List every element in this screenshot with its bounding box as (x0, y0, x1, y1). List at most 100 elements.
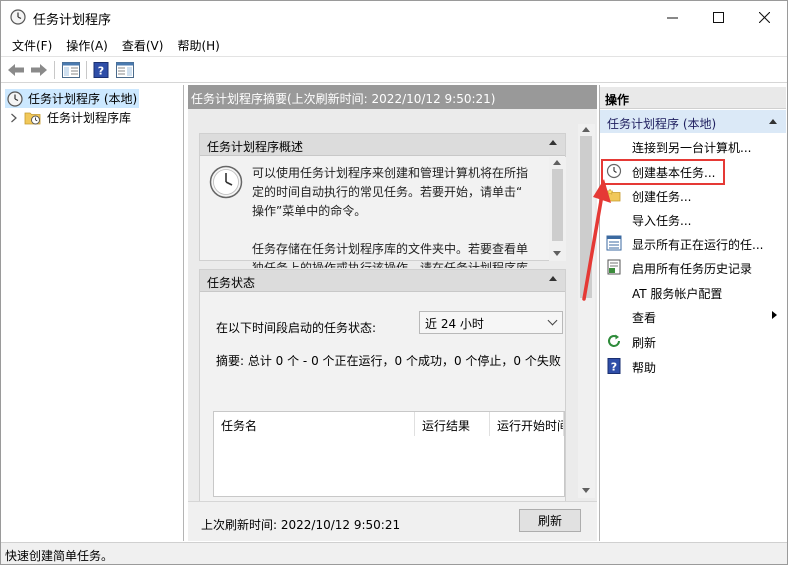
svg-text:?: ? (611, 361, 617, 374)
show-hide-tree-button[interactable] (61, 60, 81, 80)
scroll-down-icon[interactable] (582, 488, 590, 493)
menu-file[interactable]: 文件(F) (5, 34, 59, 55)
help-book-icon: ? (93, 62, 109, 78)
overview-line: 可以使用任务计划程序来创建和管理计算机将在所指 (252, 166, 529, 180)
tree-item-label: 任务计划程序库 (47, 111, 132, 125)
annotation-highlight-box (601, 159, 725, 185)
clock-icon (7, 90, 23, 107)
action-label: 刷新 (632, 336, 657, 350)
maximize-button[interactable] (695, 1, 741, 33)
last-refresh-text: 上次刷新时间: 2022/10/12 9:50:21 (201, 518, 401, 532)
chevron-down-icon (547, 315, 558, 326)
summary-body: 任务计划程序概述 可以使用任务计划程序来创建和管理计算机将在所指 定的时间自动执… (188, 109, 597, 541)
minimize-icon (666, 17, 678, 18)
toolbar-separator (86, 61, 87, 79)
actions-group-header[interactable]: 任务计划程序 (本地) (600, 110, 786, 133)
maximize-icon (712, 11, 724, 23)
time-range-select[interactable]: 近 24 小时 (419, 311, 563, 334)
scroll-down-icon[interactable] (553, 251, 561, 256)
collapse-up-icon[interactable] (549, 140, 557, 145)
overview-text: 可以使用任务计划程序来创建和管理计算机将在所指 定的时间自动执行的常见任务。若要… (252, 164, 552, 268)
column-header-task-name[interactable]: 任务名 (214, 412, 415, 436)
action-import-task[interactable]: 导入任务... (600, 208, 786, 230)
folder-clock-icon (24, 112, 41, 125)
column-header-run-start[interactable]: 运行开始时间 (490, 412, 564, 436)
action-label: 创建任务... (632, 190, 692, 204)
menu-bar: 文件(F) 操作(A) 查看(V) 帮助(H) (1, 34, 787, 55)
action-label: 帮助 (632, 361, 657, 375)
refresh-bar: 上次刷新时间: 2022/10/12 9:50:21 刷新 (188, 501, 597, 541)
action-connect-computer[interactable]: 连接到另一台计算机... (600, 135, 786, 157)
console-tree: 任务计划程序 (本地) 任务计划程序库 (2, 85, 184, 541)
task-status-section-header[interactable]: 任务状态 (200, 270, 565, 292)
close-button[interactable] (741, 1, 787, 33)
status-summary: 摘要: 总计 0 个 - 0 个正在运行，0 个成功，0 个停止，0 个失败 (216, 354, 561, 368)
action-label: 连接到另一台计算机... (632, 141, 752, 155)
title-bar: 任务计划程序 (1, 1, 787, 33)
action-show-running-tasks[interactable]: 显示所有正在运行的任... (600, 232, 786, 254)
menu-help[interactable]: 帮助(H) (170, 34, 226, 55)
tree-item-task-scheduler-local[interactable]: 任务计划程序 (本地) (5, 89, 139, 108)
minimize-button[interactable] (649, 1, 695, 33)
menu-action[interactable]: 操作(A) (59, 34, 115, 55)
overview-line (252, 221, 552, 240)
overview-line: 独任务上的操作或执行该操作，请在任务计划程序库 (252, 261, 529, 268)
running-tasks-table: 任务名 运行结果 运行开始时间 (213, 411, 565, 497)
tree-item-label: 任务计划程序 (本地) (28, 92, 138, 106)
actions-header: 操作 (600, 87, 786, 109)
scroll-up-icon[interactable] (582, 127, 590, 132)
time-range-value: 近 24 小时 (425, 317, 484, 331)
filter-label: 在以下时间段启动的任务状态: (216, 321, 377, 335)
action-help[interactable]: ? 帮助 (600, 355, 786, 377)
action-at-service-config[interactable]: AT 服务帐户配置 (600, 281, 786, 303)
overview-title: 任务计划程序概述 (207, 140, 304, 154)
close-icon (758, 11, 770, 23)
forward-arrow-icon (31, 64, 47, 76)
overview-line: 任务存储在任务计划程序库的文件夹中。若要查看单 (252, 242, 529, 256)
action-label: AT 服务帐户配置 (632, 287, 723, 301)
overview-line: 定的时间自动执行的常见任务。若要开始，请单击“ (252, 185, 523, 199)
overview-scrollbar[interactable] (549, 157, 566, 261)
scroll-thumb[interactable] (552, 169, 563, 241)
tree-item-task-scheduler-library[interactable]: 任务计划程序库 (10, 108, 180, 127)
svg-text:?: ? (98, 65, 104, 78)
action-label: 导入任务... (632, 214, 692, 228)
menu-view[interactable]: 查看(V) (115, 34, 171, 55)
action-refresh[interactable]: 刷新 (600, 330, 786, 352)
actions-group-label: 任务计划程序 (本地) (607, 117, 717, 131)
annotation-arrow-icon (582, 179, 611, 301)
toolbar-separator (54, 61, 55, 79)
action-pane-icon (116, 62, 134, 78)
summary-pane: 任务计划程序摘要(上次刷新时间: 2022/10/12 9:50:21) 任务计… (188, 85, 597, 541)
column-header-run-result[interactable]: 运行结果 (415, 412, 490, 436)
action-view[interactable]: 查看 (600, 305, 786, 327)
action-label: 查看 (632, 311, 657, 325)
collapse-up-icon[interactable] (549, 276, 557, 281)
show-hide-action-pane-button[interactable] (115, 60, 135, 80)
refresh-icon (608, 334, 620, 347)
task-scheduler-window: 任务计划程序 文件(F) 操作(A) 查看(V) 帮助(H) ? 任务计划程序 … (0, 0, 788, 565)
action-create-task[interactable]: 创建任务... (600, 184, 786, 206)
window-title: 任务计划程序 (33, 13, 112, 28)
action-enable-history[interactable]: 启用所有任务历史记录 (600, 256, 786, 278)
task-status-title: 任务状态 (207, 276, 256, 290)
clock-app-icon (10, 9, 26, 25)
collapse-up-icon[interactable] (769, 119, 777, 124)
actions-pane: 操作 任务计划程序 (本地) 连接到另一台计算机... 创建基本任务... 创建… (599, 85, 787, 541)
forward-button[interactable] (29, 60, 49, 80)
action-label: 显示所有正在运行的任... (632, 238, 764, 252)
summary-header: 任务计划程序摘要(上次刷新时间: 2022/10/12 9:50:21) (188, 85, 597, 109)
clock-large-icon (209, 165, 243, 199)
overview-line: 操作”菜单中的命令。 (252, 204, 367, 218)
help-icon: ? (607, 358, 621, 374)
status-bar: 快速创建简单任务。 (1, 542, 787, 564)
help-toolbar-button[interactable]: ? (91, 60, 111, 80)
back-button[interactable] (6, 60, 26, 80)
scroll-up-icon[interactable] (553, 160, 561, 165)
task-status-section: 任务状态 在以下时间段启动的任务状态: 近 24 小时 摘要: 总计 0 个 -… (199, 269, 566, 519)
overview-section-header[interactable]: 任务计划程序概述 (200, 134, 565, 156)
toolbar: ? (1, 56, 787, 83)
overview-section: 任务计划程序概述 可以使用任务计划程序来创建和管理计算机将在所指 定的时间自动执… (199, 133, 566, 268)
chevron-right-icon[interactable] (10, 113, 18, 123)
refresh-button[interactable]: 刷新 (519, 509, 581, 532)
